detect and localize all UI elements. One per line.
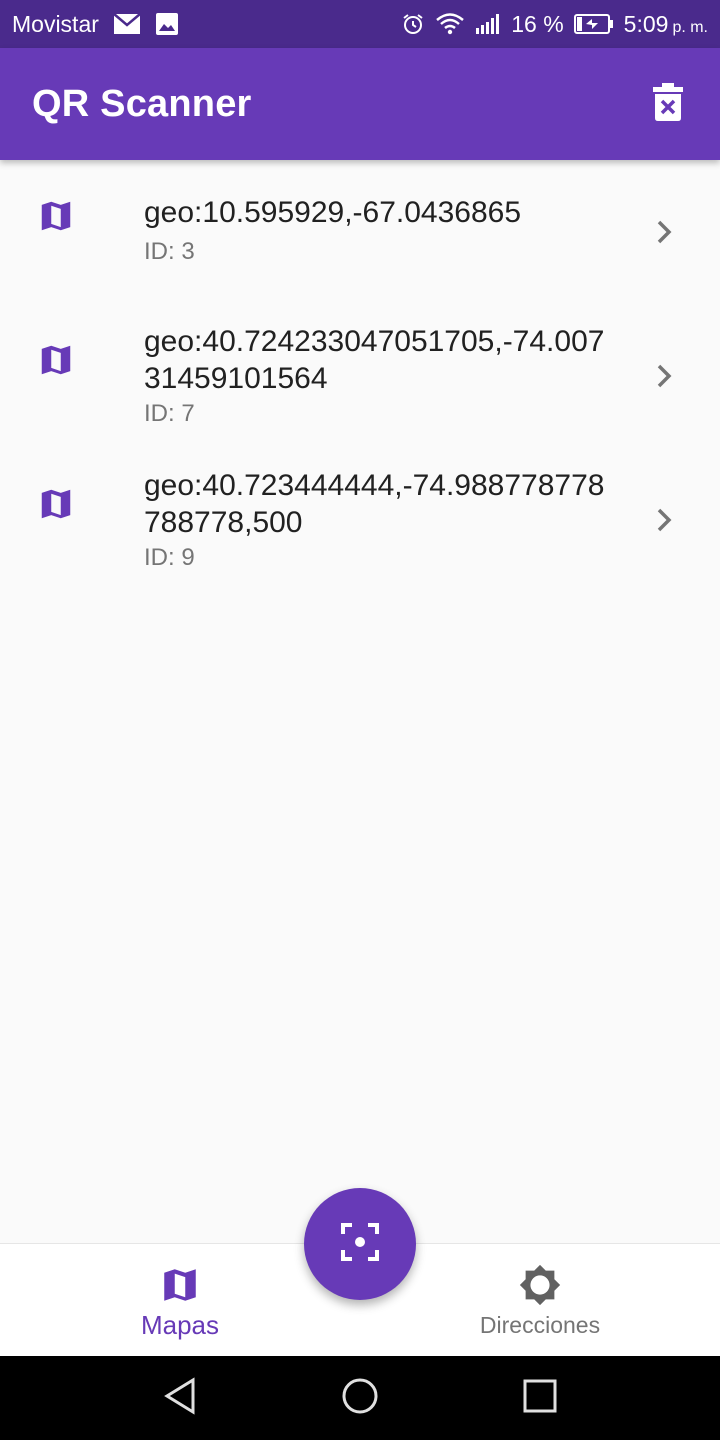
battery-charging-icon: [573, 13, 614, 35]
delete-all-button[interactable]: [640, 76, 696, 132]
center-focus-icon: [340, 1222, 380, 1267]
scan-id: ID: 3: [144, 238, 195, 265]
carrier-name: Movistar: [12, 10, 99, 37]
delete-forever-icon: [653, 82, 683, 126]
status-bar: Movistar 16 % 5:09 p. m.: [0, 0, 720, 48]
nav-label-mapas: Mapas: [140, 1310, 220, 1340]
signal-icon: [475, 13, 501, 35]
scan-value: geo:40.723444444,-74.988778778788778,500: [144, 469, 605, 539]
scan-value: geo:10.595929,-67.0436865: [144, 196, 522, 229]
back-button[interactable]: [156, 1374, 204, 1422]
mail-icon: [113, 13, 141, 35]
chevron-right-icon: [650, 362, 678, 390]
system-navigation-bar: [0, 1356, 720, 1440]
app-title: QR Scanner: [32, 82, 252, 125]
brightness-icon: [517, 1264, 563, 1306]
battery-percent: 16 %: [511, 10, 564, 37]
wifi-icon: [435, 12, 465, 36]
scan-value: geo:40.724233047051705,-74.0073145910156…: [144, 325, 605, 395]
list-item[interactable]: geo:10.595929,-67.0436865 ID: 3: [0, 160, 720, 300]
map-icon: [36, 196, 76, 236]
recents-button[interactable]: [516, 1374, 564, 1422]
back-triangle-icon: [163, 1376, 197, 1420]
scan-id: ID: 7: [144, 400, 195, 427]
home-circle-icon: [341, 1377, 379, 1420]
nav-label-direcciones: Direcciones: [479, 1312, 601, 1338]
image-icon: [155, 12, 179, 36]
map-icon: [159, 1264, 201, 1306]
chevron-right-icon: [650, 218, 678, 246]
alarm-icon: [401, 12, 425, 36]
map-icon: [36, 340, 76, 380]
app-bar: QR Scanner: [0, 48, 720, 160]
recents-square-icon: [523, 1379, 557, 1418]
nav-item-direcciones[interactable]: Direcciones: [360, 1244, 720, 1357]
map-icon: [36, 484, 76, 524]
home-button[interactable]: [336, 1374, 384, 1422]
clock-time: 5:09: [623, 10, 669, 37]
scan-fab-button[interactable]: [304, 1188, 416, 1300]
chevron-right-icon: [650, 506, 678, 534]
list-item[interactable]: geo:40.723444444,-74.988778778788778,500…: [0, 444, 720, 588]
clock-ampm: p. m.: [672, 18, 708, 36]
list-item[interactable]: geo:40.724233047051705,-74.0073145910156…: [0, 300, 720, 444]
scan-id: ID: 9: [144, 544, 195, 571]
